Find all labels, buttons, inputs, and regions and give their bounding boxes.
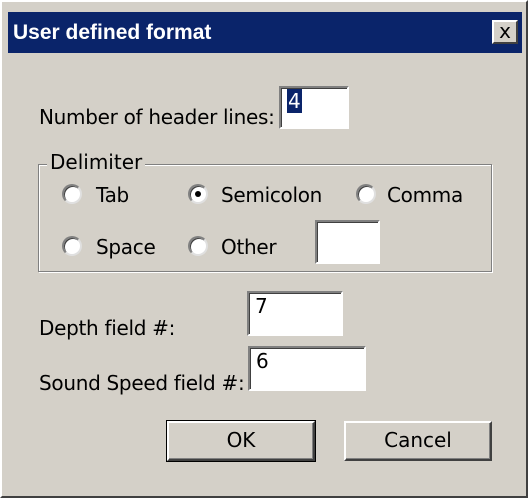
- cancel-button[interactable]: Cancel: [344, 421, 492, 461]
- delimiter-caption: Delimiter: [47, 150, 146, 174]
- radio-semicolon[interactable]: [188, 184, 208, 204]
- close-icon: x: [499, 19, 511, 43]
- ok-button[interactable]: OK: [166, 420, 316, 462]
- radio-other-label[interactable]: Other: [221, 235, 277, 259]
- radio-semicolon-label[interactable]: Semicolon: [221, 183, 322, 207]
- depth-field-value: 7: [255, 294, 268, 318]
- sound-speed-field-label: Sound Speed field #:: [39, 371, 245, 395]
- depth-field-label: Depth field #:: [39, 316, 176, 340]
- close-button[interactable]: x: [492, 20, 518, 44]
- radio-tab-label[interactable]: Tab: [96, 183, 129, 207]
- radio-other[interactable]: [188, 236, 208, 256]
- radio-space[interactable]: [62, 236, 82, 256]
- other-delimiter-input[interactable]: [315, 220, 380, 264]
- user-defined-format-dialog: User defined format x Number of header l…: [0, 0, 528, 498]
- title-bar: User defined format x: [8, 12, 522, 53]
- sound-speed-field-input[interactable]: 6: [248, 346, 366, 391]
- radio-space-label[interactable]: Space: [96, 235, 156, 259]
- header-lines-value: 4: [287, 89, 302, 113]
- depth-field-input[interactable]: 7: [247, 291, 343, 336]
- radio-tab[interactable]: [62, 184, 82, 204]
- header-lines-label: Number of header lines:: [39, 105, 275, 129]
- radio-comma-label[interactable]: Comma: [387, 183, 463, 207]
- header-lines-input[interactable]: 4: [279, 86, 349, 129]
- window-title: User defined format: [13, 21, 212, 44]
- radio-comma[interactable]: [356, 184, 376, 204]
- sound-speed-field-value: 6: [256, 349, 269, 373]
